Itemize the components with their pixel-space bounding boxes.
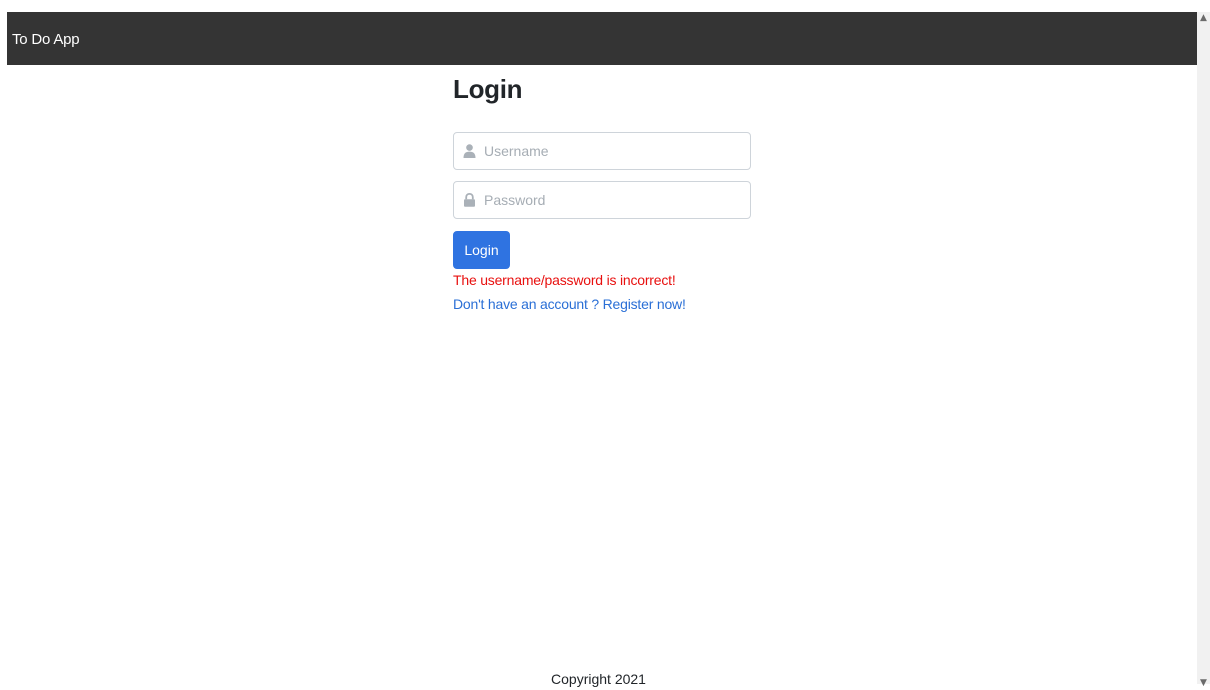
error-message: The username/password is incorrect! [453,272,676,288]
register-link[interactable]: Don't have an account ? Register now! [453,296,686,312]
page-title: Login [453,74,523,104]
scroll-up-arrow-icon[interactable]: ▲ [1197,12,1210,25]
user-icon [463,144,476,158]
login-form: Login Login The username/password is inc… [453,74,753,312]
lock-icon [464,193,475,207]
vertical-scrollbar[interactable]: ▲ ▼ [1197,12,1210,688]
navbar: To Do App [7,12,1197,65]
footer-copyright: Copyright 2021 [551,671,646,687]
username-field[interactable] [453,132,751,170]
password-input[interactable] [484,182,744,218]
window-top-strip [0,0,1210,12]
password-field[interactable] [453,181,751,219]
username-input[interactable] [484,133,744,169]
brand-link[interactable]: To Do App [12,31,80,48]
login-button[interactable]: Login [453,231,510,269]
